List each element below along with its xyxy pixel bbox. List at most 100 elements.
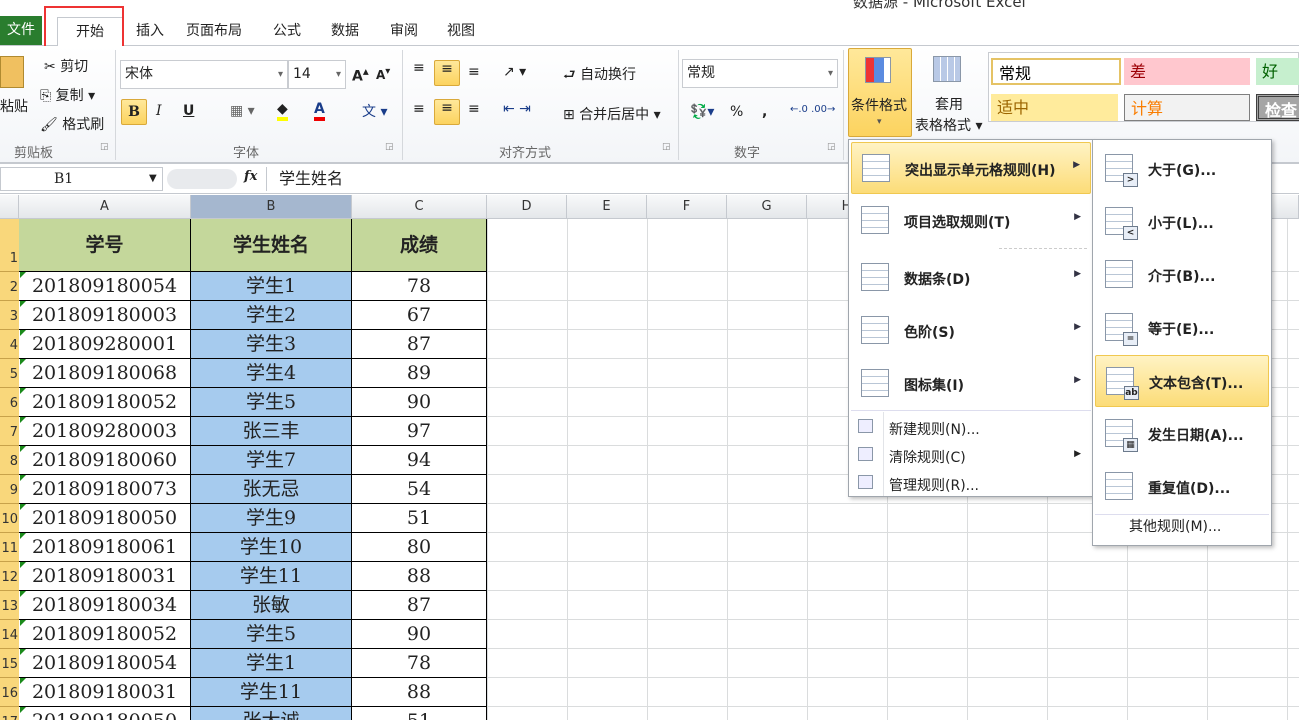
table-cell[interactable]: 97 [352, 417, 487, 446]
row-header[interactable]: 11 [0, 533, 19, 562]
table-cell[interactable]: 张无忌 [191, 475, 352, 504]
font-name-select[interactable]: 宋体 [120, 60, 288, 89]
dialog-launcher-icon[interactable]: ◲ [662, 142, 671, 152]
font-color-icon[interactable]: A [314, 101, 325, 121]
bold-button[interactable]: B [121, 99, 147, 125]
cell-style-3[interactable]: 适中 [991, 94, 1118, 121]
table-cell[interactable]: 张敏 [191, 591, 352, 620]
align-center-icon[interactable]: ≡ [434, 99, 460, 125]
table-cell[interactable]: 78 [352, 649, 487, 678]
submenu-item[interactable]: 重复值(D)... [1095, 461, 1269, 513]
tab-formulas[interactable]: 公式 [265, 17, 309, 46]
column-header-G[interactable]: G [727, 195, 807, 219]
row-header[interactable]: 1 [0, 219, 19, 272]
copy-button[interactable]: ⎘ 复制 ▾ [40, 85, 95, 105]
table-cell[interactable]: 51 [352, 707, 487, 720]
table-cell[interactable]: 201809180034 [19, 591, 191, 620]
table-cell[interactable]: 张三丰 [191, 417, 352, 446]
row-header[interactable]: 9 [0, 475, 19, 504]
table-cell[interactable]: 学生11 [191, 562, 352, 591]
menu-item-small[interactable]: 清除规则(C) ▶ [851, 442, 1091, 469]
table-cell[interactable]: 201809280003 [19, 417, 191, 446]
number-format-select[interactable]: 常规 [682, 59, 838, 88]
merge-center-button[interactable]: ⊞ 合并后居中 ▾ [563, 104, 661, 124]
table-cell[interactable]: 201809180068 [19, 359, 191, 388]
header-cell[interactable]: 学号 [19, 219, 191, 272]
tab-view[interactable]: 视图 [439, 17, 483, 46]
align-middle-icon[interactable]: ≡ [434, 60, 460, 86]
submenu-item[interactable]: 介于(B)... [1095, 249, 1269, 301]
orientation-icon[interactable]: ↗ ▾ [503, 64, 526, 80]
format-painter-button[interactable]: 🖌 格式刷 [40, 114, 104, 134]
cell-style-5[interactable]: 检查 [1256, 94, 1299, 121]
table-cell[interactable]: 54 [352, 475, 487, 504]
menu-item[interactable]: 项目选取规则(T) ▶ [851, 195, 1091, 247]
dialog-launcher-icon[interactable]: ◲ [385, 142, 394, 152]
table-cell[interactable]: 201809180060 [19, 446, 191, 475]
name-box[interactable]: B1 ▼ [0, 167, 163, 191]
row-header[interactable]: 15 [0, 649, 19, 678]
table-cell[interactable]: 学生1 [191, 272, 352, 301]
table-cell[interactable]: 201809180003 [19, 301, 191, 330]
table-cell[interactable]: 201809180031 [19, 562, 191, 591]
column-header-E[interactable]: E [567, 195, 647, 219]
submenu-item[interactable]: = 等于(E)... [1095, 302, 1269, 354]
row-header[interactable]: 7 [0, 417, 19, 446]
table-cell[interactable]: 88 [352, 678, 487, 707]
phonetic-icon[interactable]: 文 ▾ [362, 101, 387, 121]
table-cell[interactable]: 学生5 [191, 388, 352, 417]
table-cell[interactable]: 90 [352, 620, 487, 649]
table-format-button[interactable]: 表格格式 ▾ [915, 115, 982, 135]
table-cell[interactable]: 201809180052 [19, 620, 191, 649]
border-icon[interactable]: ▦ ▾ [230, 103, 255, 119]
cell-style-0[interactable]: 常规 [991, 58, 1121, 85]
cut-button[interactable]: ✂ 剪切 [44, 56, 88, 76]
underline-button[interactable]: U [183, 103, 194, 119]
tab-insert[interactable]: 插入 [128, 17, 172, 46]
row-header[interactable]: 14 [0, 620, 19, 649]
table-cell[interactable]: 87 [352, 330, 487, 359]
cell-style-1[interactable]: 差 [1124, 58, 1250, 85]
align-left-icon[interactable]: ≡ [413, 101, 425, 117]
header-cell[interactable]: 成绩 [352, 219, 487, 272]
dialog-launcher-icon[interactable]: ◲ [827, 142, 836, 152]
align-right-icon[interactable]: ≡ [468, 101, 480, 117]
row-header[interactable]: 17 [0, 707, 19, 720]
more-rules-item[interactable]: 其他规则(M)... [1129, 516, 1221, 536]
table-cell[interactable]: 201809180073 [19, 475, 191, 504]
table-cell[interactable]: 201809180061 [19, 533, 191, 562]
column-header-F[interactable]: F [647, 195, 727, 219]
table-cell[interactable]: 学生7 [191, 446, 352, 475]
row-header[interactable]: 3 [0, 301, 19, 330]
grow-font-icon[interactable]: A▴ [352, 64, 369, 85]
menu-item-small[interactable]: 新建规则(N)... [851, 414, 1091, 441]
table-cell[interactable]: 201809280001 [19, 330, 191, 359]
row-header[interactable]: 12 [0, 562, 19, 591]
fx-icon[interactable]: fx [244, 169, 257, 184]
row-header[interactable]: 6 [0, 388, 19, 417]
cell-style-2[interactable]: 好 [1256, 58, 1299, 85]
comma-button[interactable]: , [762, 104, 767, 120]
italic-button[interactable]: I [156, 103, 162, 119]
indent-icons[interactable]: ⇤ ⇥ [503, 101, 531, 117]
cell-style-4[interactable]: 计算 [1124, 94, 1250, 121]
menu-item[interactable]: 图标集(I) ▶ [851, 358, 1091, 410]
header-cell[interactable]: 学生姓名 [191, 219, 352, 272]
dialog-launcher-icon[interactable]: ◲ [100, 142, 109, 152]
row-header[interactable]: 2 [0, 272, 19, 301]
column-header-D[interactable]: D [487, 195, 567, 219]
table-cell[interactable]: 51 [352, 504, 487, 533]
table-cell[interactable]: 学生10 [191, 533, 352, 562]
menu-item-small[interactable]: 管理规则(R)... [851, 470, 1091, 497]
tab-review[interactable]: 审阅 [382, 17, 426, 46]
table-cell[interactable]: 201809180054 [19, 272, 191, 301]
table-cell[interactable]: 学生4 [191, 359, 352, 388]
row-header[interactable]: 10 [0, 504, 19, 533]
table-cell[interactable]: 张大诚 [191, 707, 352, 720]
table-cell[interactable]: 87 [352, 591, 487, 620]
row-header[interactable]: 4 [0, 330, 19, 359]
table-format-label-1[interactable]: 套用 [935, 94, 963, 114]
table-cell[interactable]: 201809180050 [19, 707, 191, 720]
conditional-format-button[interactable]: 条件格式 ▾ [848, 48, 912, 137]
table-cell[interactable]: 67 [352, 301, 487, 330]
